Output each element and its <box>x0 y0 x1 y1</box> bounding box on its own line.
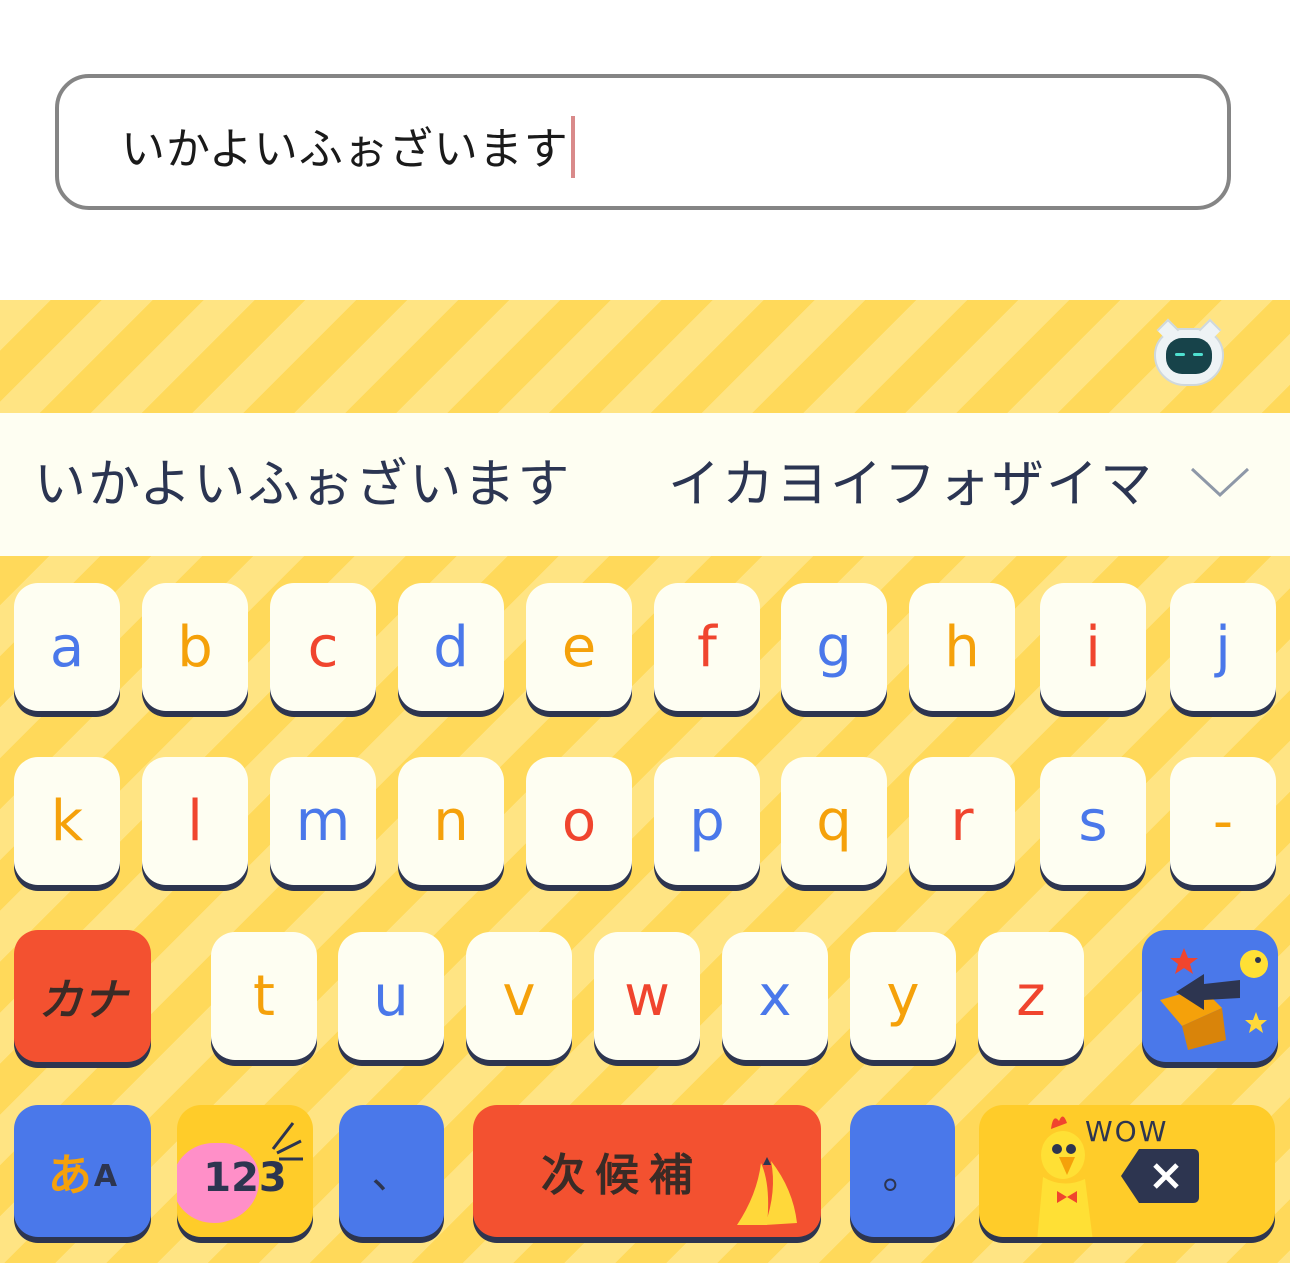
key-t[interactable]: t <box>211 932 317 1060</box>
key-p[interactable]: p <box>654 757 760 885</box>
key-a[interactable]: a <box>14 583 120 711</box>
period-key[interactable]: 。 <box>850 1105 955 1237</box>
keyboard: いかよいふぉざいます イカヨイフォザイマス a b c d e f g h i … <box>0 300 1290 1263</box>
key-g[interactable]: g <box>781 583 887 711</box>
numbers-key[interactable]: 123 <box>177 1105 313 1237</box>
key-o[interactable]: o <box>526 757 632 885</box>
key-k[interactable]: k <box>14 757 120 885</box>
backspace-icon <box>1121 1149 1199 1203</box>
key-x[interactable]: x <box>722 932 828 1060</box>
key-l[interactable]: l <box>142 757 248 885</box>
lang-hiragana-label: あ <box>47 1150 92 1201</box>
key-d[interactable]: d <box>398 583 504 711</box>
robot-cat-mascot-icon[interactable] <box>1154 318 1224 386</box>
comma-key[interactable]: 、 <box>339 1105 444 1237</box>
key-j[interactable]: j <box>1170 583 1276 711</box>
candidate-2[interactable]: イカヨイフォザイマス <box>668 453 1148 517</box>
text-input[interactable]: いかよいふぉざいます <box>55 74 1231 210</box>
kana-toggle-key[interactable]: カナ <box>14 930 151 1062</box>
key-q[interactable]: q <box>781 757 887 885</box>
banana-icon <box>737 1157 797 1225</box>
key-e[interactable]: e <box>526 583 632 711</box>
chevron-down-icon[interactable] <box>1190 465 1250 499</box>
language-toggle-key[interactable]: あA <box>14 1105 151 1237</box>
undo-key[interactable] <box>1142 930 1278 1062</box>
numbers-label: 123 <box>203 1155 287 1201</box>
key-u[interactable]: u <box>338 932 444 1060</box>
key-v[interactable]: v <box>466 932 572 1060</box>
key-b[interactable]: b <box>142 583 248 711</box>
key-m[interactable]: m <box>270 757 376 885</box>
key-y[interactable]: y <box>850 932 956 1060</box>
box-arrow-illustration-icon <box>1160 948 1268 1050</box>
key-f[interactable]: f <box>654 583 760 711</box>
key-n[interactable]: n <box>398 757 504 885</box>
key-dash[interactable]: - <box>1170 757 1276 885</box>
text-caret <box>570 116 575 178</box>
next-candidate-label: 次候補 <box>541 1150 703 1201</box>
candidate-1[interactable]: いかよいふぉざいます <box>34 453 571 517</box>
candidate-bar: いかよいふぉざいます イカヨイフォザイマス <box>0 413 1290 556</box>
lang-alpha-label: A <box>93 1158 118 1194</box>
key-w[interactable]: w <box>594 932 700 1060</box>
key-c[interactable]: c <box>270 583 376 711</box>
key-r[interactable]: r <box>909 757 1015 885</box>
key-z[interactable]: z <box>978 932 1084 1060</box>
delete-key[interactable]: WOW <box>979 1105 1275 1237</box>
key-h[interactable]: h <box>909 583 1015 711</box>
key-i[interactable]: i <box>1040 583 1146 711</box>
key-s[interactable]: s <box>1040 757 1146 885</box>
next-candidate-key[interactable]: 次候補 <box>473 1105 821 1237</box>
input-value: いかよいふぉざいます <box>121 124 569 175</box>
